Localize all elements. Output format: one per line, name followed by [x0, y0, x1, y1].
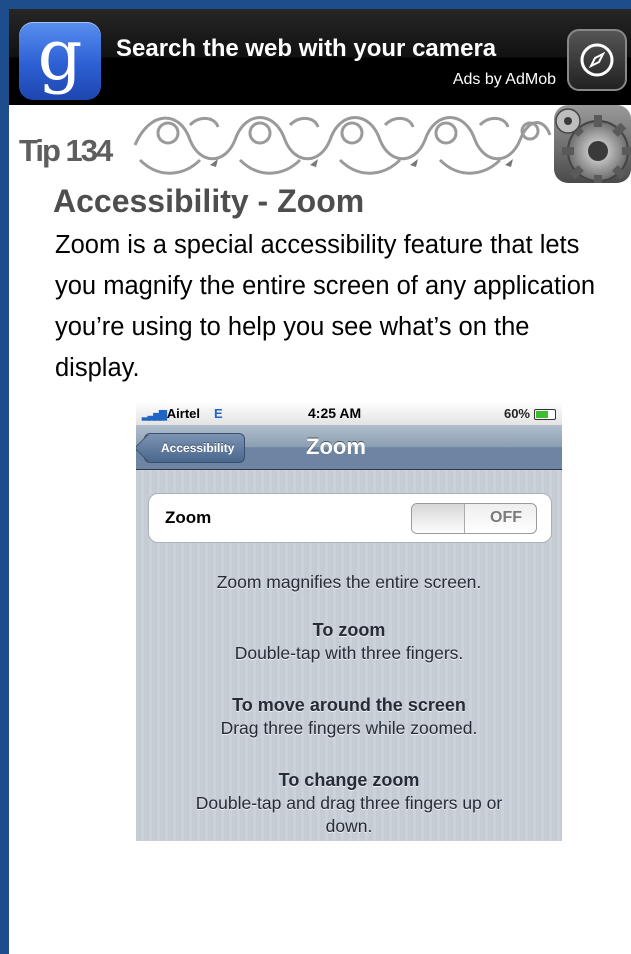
decorative-flourish [133, 116, 552, 175]
compass-icon[interactable] [567, 29, 627, 91]
back-button-label: Accessibility [161, 441, 235, 455]
info-section: To change zoom Double-tap and drag three… [136, 769, 562, 838]
back-button[interactable]: Accessibility [144, 433, 246, 463]
tip-description: Zoom is a special accessibility feature … [55, 231, 596, 382]
info-heading: To move around the screen [232, 695, 466, 715]
tip-number: Tip 134 [19, 133, 113, 168]
battery-icon [534, 409, 556, 420]
carrier-name: Airtel [166, 406, 200, 421]
battery-percent: 60% [503, 406, 530, 421]
status-time: 4:25 AM [308, 405, 362, 421]
signal-bars-icon: ▂▃▅▇ [142, 410, 167, 421]
zoom-toggle[interactable]: OFF [411, 503, 537, 534]
tip-title: Accessibility - Zoom [53, 183, 365, 219]
zoom-setting-row: Zoom OFF [148, 493, 552, 543]
info-heading: To change zoom [278, 770, 420, 790]
navigation-bar: Accessibility Zoom [136, 425, 562, 470]
carrier-info: ▂▃▅▇ Airtel E [142, 406, 223, 421]
info-section: To move around the screen Drag three fin… [136, 694, 562, 740]
info-section: To zoom Double-tap with three fingers. [136, 619, 562, 665]
google-goggles-logo[interactable]: g [19, 14, 101, 100]
ad-attribution: Ads by AdMob [452, 71, 556, 88]
toggle-state: OFF [490, 509, 522, 526]
status-bar: ▂▃▅▇ Airtel E 4:25 AM 60% [136, 403, 562, 425]
tip-content: Tip 134 Accessibility - Zoom Zoom is a s… [9, 105, 631, 954]
ad-banner[interactable]: g Search the web with your camera Ads by… [9, 9, 631, 106]
zoom-setting-label: Zoom [165, 508, 212, 527]
zoom-summary: Zoom magnifies the entire screen. [216, 572, 482, 592]
info-text: Drag three fingers while zoomed. [220, 718, 478, 738]
settings-gear-icon [554, 105, 631, 183]
info-heading: To zoom [312, 620, 386, 640]
nav-title: Zoom [306, 434, 366, 459]
network-type: E [214, 406, 223, 421]
ad-headline[interactable]: Search the web with your camera [116, 35, 496, 63]
zoom-settings-screenshot: ▂▃▅▇ Airtel E 4:25 AM 60% Accessibility Zo… [136, 403, 562, 841]
info-text: Double-tap with three fingers. [234, 643, 464, 663]
logo-letter: g [37, 14, 83, 96]
toggle-knob[interactable] [412, 504, 465, 533]
info-text: Double-tap and drag three fingers up or … [195, 793, 503, 836]
